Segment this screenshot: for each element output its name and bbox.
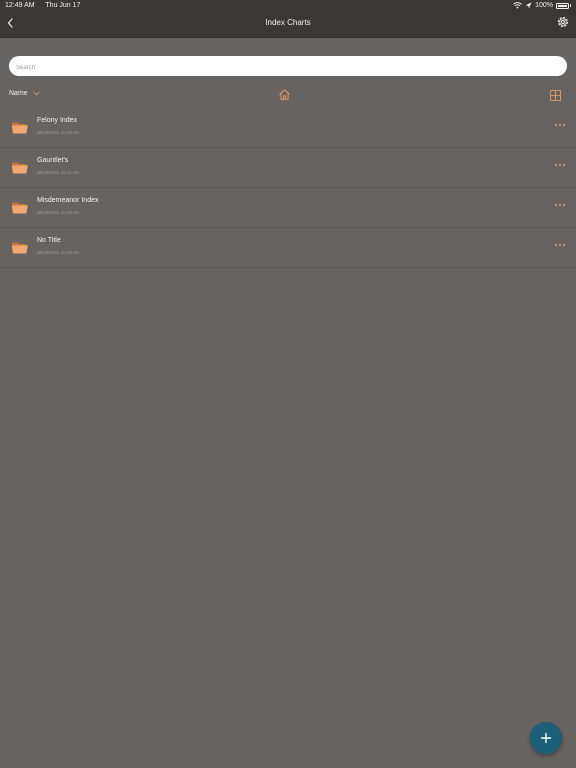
file-name: Misdemeanor Index (37, 197, 99, 204)
gear-icon (557, 16, 569, 28)
navigation-bar: Index Charts (0, 12, 576, 38)
more-dot-icon (562, 204, 565, 207)
more-dot-icon (555, 204, 558, 207)
home-button[interactable] (278, 88, 291, 101)
file-list: Felony Index 06/08/2021 10:30 am Gauntle… (0, 108, 576, 268)
page-title: Index Charts (265, 18, 311, 27)
file-date: 06/08/2021 10:31 am (37, 170, 80, 175)
sort-button[interactable]: Name (9, 90, 40, 97)
list-item[interactable]: Misdemeanor Index 06/08/2021 10:30 am (0, 188, 576, 228)
home-icon (279, 89, 290, 100)
more-options-button[interactable] (555, 204, 565, 207)
file-name: No Title (37, 237, 61, 244)
status-right: 100% (513, 2, 571, 9)
more-options-button[interactable] (555, 164, 565, 167)
toolbar: Name (0, 86, 576, 104)
more-dot-icon (555, 124, 558, 127)
list-item[interactable]: Gauntlet's 06/08/2021 10:31 am (0, 148, 576, 188)
folder-icon (12, 242, 28, 254)
chevron-down-icon (33, 91, 40, 96)
more-options-button[interactable] (555, 124, 565, 127)
more-dot-icon (558, 124, 562, 127)
status-bar: 12:49 AM Thu Jun 17 100% (0, 0, 576, 12)
search-input[interactable] (16, 58, 536, 78)
status-date: Thu Jun 17 (45, 2, 81, 9)
folder-icon (12, 202, 28, 214)
more-dot-icon (555, 244, 558, 247)
wifi-icon (513, 2, 522, 9)
grid-icon (550, 90, 561, 101)
sort-label: Name (9, 90, 28, 97)
more-dot-icon (558, 244, 562, 247)
more-dot-icon (562, 244, 565, 247)
more-dot-icon (562, 164, 565, 167)
list-item[interactable]: No Title 06/08/2021 10:33 am (0, 228, 576, 268)
settings-button[interactable] (556, 15, 570, 29)
view-toggle-button[interactable] (550, 88, 561, 101)
plus-icon (540, 732, 552, 744)
more-dot-icon (555, 164, 558, 167)
file-name: Gauntlet's (37, 157, 69, 164)
more-dot-icon (558, 164, 562, 167)
file-name: Felony Index (37, 117, 78, 124)
add-button[interactable] (530, 722, 562, 754)
battery-tip (570, 4, 571, 7)
status-time: 12:49 AM (5, 2, 35, 9)
battery-percent: 100% (535, 2, 553, 9)
folder-icon (12, 162, 28, 174)
list-item[interactable]: Felony Index 06/08/2021 10:30 am (0, 108, 576, 148)
file-date: 06/08/2021 10:33 am (37, 250, 80, 255)
folder-icon (12, 122, 28, 134)
search-bar (9, 56, 567, 78)
location-icon (525, 2, 532, 9)
more-options-button[interactable] (555, 244, 565, 247)
more-dot-icon (562, 124, 565, 127)
more-dot-icon (558, 204, 562, 207)
battery-icon (556, 2, 569, 9)
status-left: 12:49 AM Thu Jun 17 (5, 2, 89, 9)
file-date: 06/08/2021 10:30 am (37, 130, 80, 135)
file-date: 06/08/2021 10:30 am (37, 210, 80, 215)
